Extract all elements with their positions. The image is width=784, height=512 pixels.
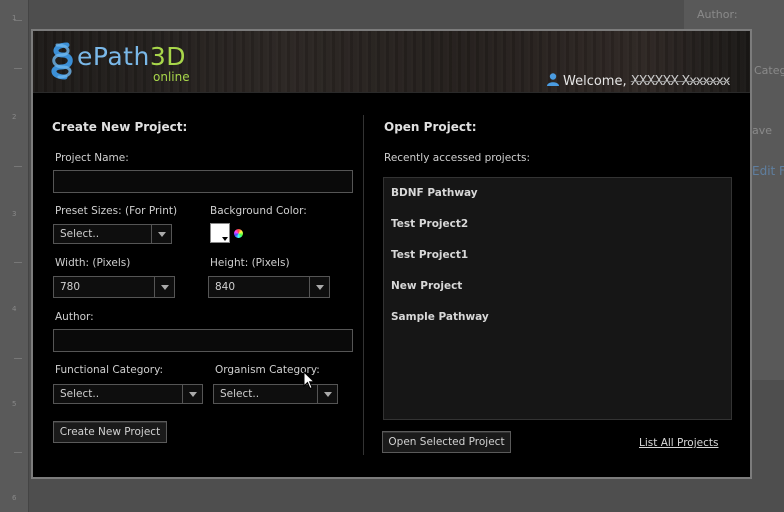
chevron-down-icon: [151, 225, 171, 243]
recent-projects-label: Recently accessed projects:: [384, 152, 531, 164]
create-new-project-button[interactable]: Create New Project: [53, 421, 167, 443]
background-color-label: Background Color:: [210, 205, 307, 217]
user-icon: [547, 73, 559, 86]
create-project-title: Create New Project:: [52, 120, 188, 134]
ruler-number: 4: [12, 305, 17, 313]
functional-category-select[interactable]: Select..: [53, 384, 203, 404]
chevron-down-icon: [182, 385, 202, 403]
organism-category-select[interactable]: Select..: [213, 384, 338, 404]
width-label: Width: (Pixels): [55, 257, 131, 269]
logo-3d-text: 3D: [149, 42, 186, 71]
project-list-item[interactable]: BDNF Pathway: [391, 187, 478, 199]
ruler-number: 1: [12, 14, 17, 22]
preset-sizes-value: Select..: [60, 228, 100, 240]
open-selected-project-button[interactable]: Open Selected Project: [382, 431, 511, 453]
project-list-item[interactable]: Test Project2: [391, 218, 468, 230]
ruler-tick: [14, 166, 22, 167]
width-value: 780: [60, 281, 81, 293]
ruler-tick: [14, 262, 22, 263]
height-label: Height: (Pixels): [210, 257, 290, 269]
recent-projects-list[interactable]: BDNF Pathway Test Project2 Test Project1…: [383, 177, 732, 420]
project-list-item[interactable]: New Project: [391, 280, 462, 292]
mouse-cursor-icon: [303, 371, 315, 390]
logo-main-text: ePath: [77, 42, 150, 71]
background-ruler: 1 2 3 4 5 6: [0, 0, 29, 512]
chevron-down-icon[interactable]: [154, 277, 174, 297]
ruler-tick: [14, 68, 22, 69]
epath3d-logo: ePath3D online: [47, 41, 207, 85]
height-value: 840: [215, 281, 236, 293]
logo-helix-icon: [51, 42, 73, 80]
list-all-projects-link[interactable]: List All Projects: [639, 437, 718, 449]
functional-category-label: Functional Category:: [55, 364, 164, 376]
preset-sizes-select[interactable]: Select..: [53, 224, 172, 244]
organism-category-value: Select..: [220, 388, 260, 400]
ruler-tick: [14, 358, 22, 359]
background-edit-fragment: Edit F: [752, 164, 784, 178]
chevron-down-icon: [317, 385, 337, 403]
background-save-fragment: ave: [752, 124, 773, 137]
ruler-number: 5: [12, 400, 17, 408]
open-project-title: Open Project:: [384, 120, 477, 134]
project-list-item[interactable]: Sample Pathway: [391, 311, 489, 323]
ruler-tick: [14, 452, 22, 453]
welcome-prefix: Welcome,: [563, 74, 627, 89]
ruler-number: 2: [12, 113, 17, 121]
functional-category-value: Select..: [60, 388, 100, 400]
project-dialog: ePath3D online Welcome, XXXXXX Xxxxxxx C…: [31, 29, 752, 479]
project-name-label: Project Name:: [55, 152, 129, 164]
background-author-label: Author:: [697, 8, 738, 21]
height-combo[interactable]: 840: [208, 276, 330, 298]
ruler-number: 6: [12, 494, 17, 502]
chevron-down-icon[interactable]: [309, 277, 329, 297]
background-category-fragment: Categ: [754, 64, 784, 77]
project-list-item[interactable]: Test Project1: [391, 249, 468, 261]
width-combo[interactable]: 780: [53, 276, 175, 298]
logo-wordmark: ePath3D: [77, 43, 186, 71]
project-name-input[interactable]: [53, 170, 353, 193]
welcome-message: Welcome, XXXXXX Xxxxxxx: [547, 73, 731, 89]
logo-subtitle: online: [153, 70, 190, 84]
author-input[interactable]: [53, 329, 353, 352]
column-divider: [363, 115, 364, 455]
username: XXXXXX Xxxxxxx: [630, 74, 731, 89]
ruler-number: 3: [12, 210, 17, 218]
color-wheel-icon[interactable]: [234, 229, 243, 238]
background-color-swatch[interactable]: [210, 223, 230, 243]
preset-sizes-label: Preset Sizes: (For Print): [55, 205, 178, 217]
dialog-header: ePath3D online Welcome, XXXXXX Xxxxxxx: [33, 31, 750, 93]
author-label: Author:: [55, 311, 94, 323]
